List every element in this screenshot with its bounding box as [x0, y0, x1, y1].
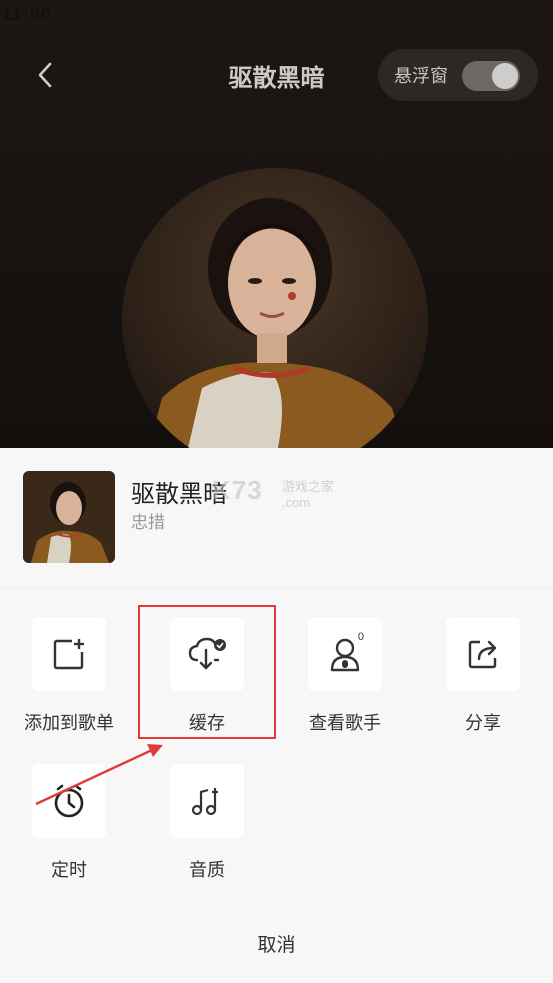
toggle-switch[interactable]	[462, 61, 520, 91]
timer-icon	[54, 784, 84, 818]
action-quality[interactable]: 音质	[152, 764, 262, 882]
toggle-knob	[492, 63, 518, 89]
highlight-box	[138, 605, 276, 739]
timer-tile[interactable]	[32, 764, 106, 838]
status-bar-time: 11:00	[2, 4, 53, 24]
artist-portrait-image	[122, 168, 428, 448]
divider	[0, 588, 553, 589]
action-label: 添加到歌单	[24, 713, 114, 733]
song-artist: 忠措	[131, 513, 165, 532]
float-window-toggle[interactable]: 悬浮窗	[378, 49, 538, 101]
action-label: 定时	[51, 860, 87, 880]
share-tile[interactable]	[446, 617, 520, 691]
singer-count-badge: 0	[357, 631, 364, 643]
watermark-logo: K73	[212, 475, 263, 505]
watermark-text: 游戏之家 .com	[282, 476, 334, 510]
action-timer[interactable]: 定时	[14, 764, 124, 882]
action-add-to-playlist[interactable]: 添加到歌单	[14, 617, 124, 735]
player-header-area: 11:00 驱散黑暗 悬浮窗	[0, 0, 553, 448]
album-cover-disc	[122, 168, 428, 448]
action-label: 分享	[465, 713, 501, 733]
watermark-site: 游戏之家	[282, 479, 335, 494]
float-window-label: 悬浮窗	[394, 66, 448, 86]
action-share[interactable]: 分享	[428, 617, 538, 735]
action-view-singer[interactable]: 0 查看歌手	[290, 617, 400, 735]
share-icon	[468, 640, 497, 669]
action-label: 查看歌手	[309, 713, 381, 733]
quality-tile[interactable]	[170, 764, 244, 838]
watermark-domain: .com	[282, 495, 311, 510]
music-note-icon	[191, 788, 218, 816]
action-label: 音质	[189, 860, 225, 880]
add-playlist-tile[interactable]	[32, 617, 106, 691]
add-playlist-icon	[53, 639, 84, 670]
cancel-button[interactable]: 取消	[0, 930, 553, 957]
song-cover-image	[23, 471, 115, 563]
singer-tile[interactable]: 0	[308, 617, 382, 691]
song-thumbnail	[23, 471, 115, 563]
